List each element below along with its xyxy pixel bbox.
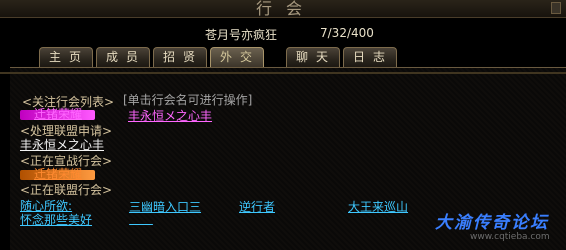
tab-recruit[interactable]: 招贤 <box>153 47 207 67</box>
click-hint: [单击行会名可进行操作] <box>123 93 253 107</box>
guild-name: 苍月号亦疯狂 <box>205 28 278 42</box>
allied-guild-2[interactable]: 三幽暗入口三 <box>129 201 201 214</box>
alliance-request-1[interactable]: 丰永恒メ之心丰 <box>20 139 104 152</box>
window-titlebar: 行会 <box>0 0 566 18</box>
empty-guild-slot[interactable] <box>129 224 153 225</box>
window-title: 行会 <box>256 0 317 18</box>
allied-guild-1[interactable]: 随心所欲: <box>20 200 72 213</box>
watermark-url: www.cqtieba.com <box>470 232 550 242</box>
divider <box>0 72 566 74</box>
close-icon[interactable] <box>551 2 561 14</box>
war-guild-1[interactable]: 迁锗荣耀 <box>34 168 82 181</box>
allied-guild-4[interactable]: 大王来巡山 <box>348 201 408 214</box>
tab-log[interactable]: 日志 <box>343 47 397 67</box>
tab-diplomacy[interactable]: 外交 <box>210 47 264 67</box>
watermark-logo: 大渝传奇论坛 <box>435 213 549 233</box>
tab-chat[interactable]: 聊天 <box>286 47 340 67</box>
tab-home[interactable]: 主页 <box>39 47 93 67</box>
allied-guild-3[interactable]: 逆行者 <box>239 201 275 214</box>
member-count: 7/32/400 <box>320 26 374 40</box>
allied-guild-5[interactable]: 怀念那些美好 <box>20 214 92 227</box>
tab-members[interactable]: 成员 <box>96 47 150 67</box>
followed-guild-2[interactable]: 丰永恒メ之心丰 <box>128 110 212 123</box>
followed-guild-1[interactable]: 迁锗荣耀 <box>34 108 82 121</box>
alliance-requests-header: <处理联盟申请> <box>20 124 113 138</box>
allied-guilds-header: <正在联盟行会> <box>20 183 113 197</box>
